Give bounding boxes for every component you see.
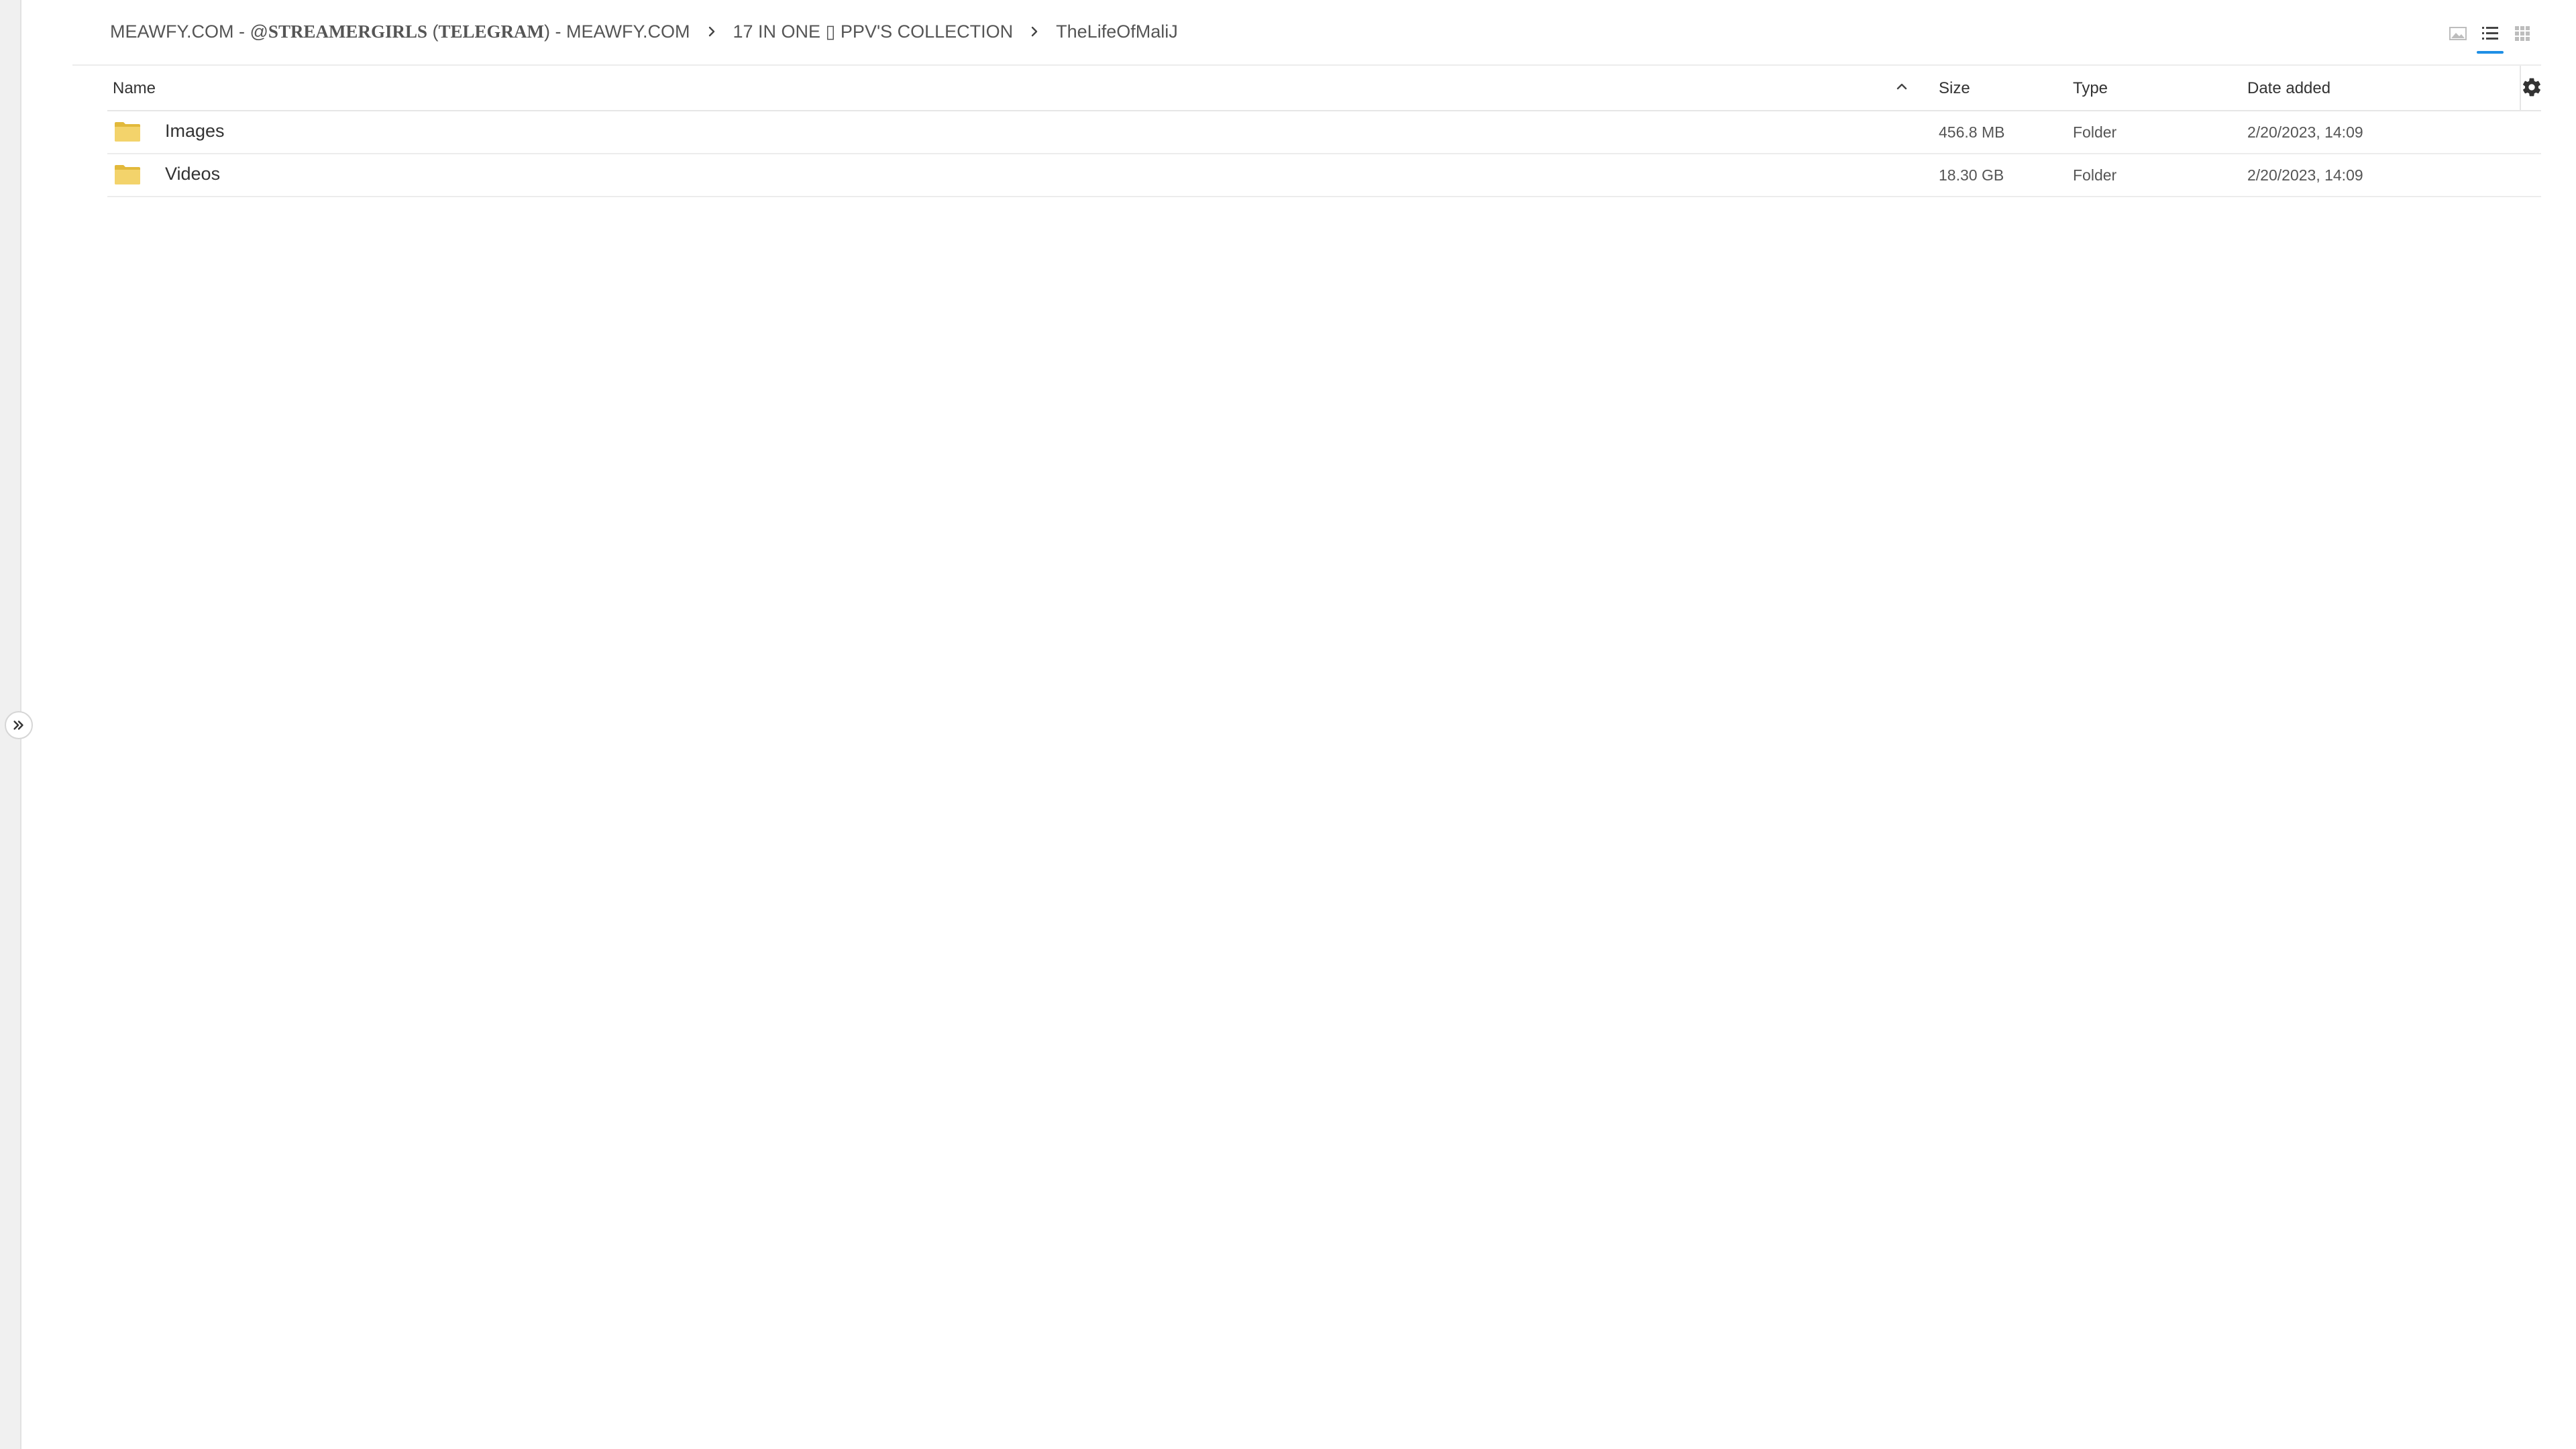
- chevron-right-icon: [1013, 26, 1056, 37]
- gallery-icon: [2449, 27, 2467, 40]
- breadcrumb-root-prefix: MEAWFY.COM - @: [110, 21, 268, 42]
- folder-icon: [115, 165, 140, 184]
- breadcrumb-root-bold: STREAMERGIRLS: [268, 21, 427, 42]
- breadcrumb-root-suffix: ) - MEAWFY.COM: [544, 21, 690, 42]
- row-date-added: 2/20/2023, 14:09: [2247, 123, 2363, 141]
- list-icon: [2482, 27, 2498, 40]
- table-settings-button[interactable]: [2520, 75, 2544, 99]
- expand-sidebar-button[interactable]: [5, 711, 33, 739]
- breadcrumb-item-root[interactable]: MEAWFY.COM - @STREAMERGIRLS (TELEGRAM) -…: [110, 21, 690, 42]
- column-header-name[interactable]: Name: [113, 79, 156, 98]
- view-mode-switch: [2442, 17, 2538, 54]
- row-name[interactable]: Videos: [165, 164, 220, 184]
- row-type: Folder: [2073, 123, 2117, 141]
- row-size: 18.30 GB: [1939, 166, 2004, 184]
- chevron-right-icon: [690, 26, 733, 37]
- breadcrumb: MEAWFY.COM - @STREAMERGIRLS (TELEGRAM) -…: [110, 15, 1178, 48]
- gallery-view-button[interactable]: [2442, 17, 2474, 50]
- sort-ascending-icon[interactable]: [1892, 76, 1912, 97]
- table-row[interactable]: Videos 18.30 GB Folder 2/20/2023, 14:09: [107, 154, 2541, 197]
- row-size: 456.8 MB: [1939, 123, 2005, 141]
- grid-view-button[interactable]: [2506, 17, 2538, 50]
- list-view-button[interactable]: [2474, 17, 2506, 54]
- column-header-date-added[interactable]: Date added: [2247, 79, 2330, 98]
- table-header: Name Size Type Date added: [107, 66, 2541, 111]
- row-type: Folder: [2073, 166, 2117, 184]
- breadcrumb-root-bold2: TELEGRAM: [438, 21, 545, 42]
- grid-icon: [2515, 26, 2530, 41]
- row-name[interactable]: Images: [165, 121, 225, 142]
- breadcrumb-item-current[interactable]: TheLifeOfMaliJ: [1056, 21, 1178, 42]
- breadcrumb-root-mid: (: [427, 21, 439, 42]
- table-row[interactable]: Images 456.8 MB Folder 2/20/2023, 14:09: [107, 111, 2541, 154]
- row-date-added: 2/20/2023, 14:09: [2247, 166, 2363, 184]
- double-chevron-right-icon: [13, 720, 23, 730]
- gear-icon: [2523, 78, 2540, 97]
- column-header-type[interactable]: Type: [2073, 79, 2108, 98]
- file-table: Name Size Type Date added Images 456.8 M…: [107, 66, 2541, 197]
- column-header-size[interactable]: Size: [1939, 79, 1970, 98]
- folder-icon: [115, 122, 140, 142]
- breadcrumb-item-collection[interactable]: 17 IN ONE ▯ PPV'S COLLECTION: [733, 21, 1014, 42]
